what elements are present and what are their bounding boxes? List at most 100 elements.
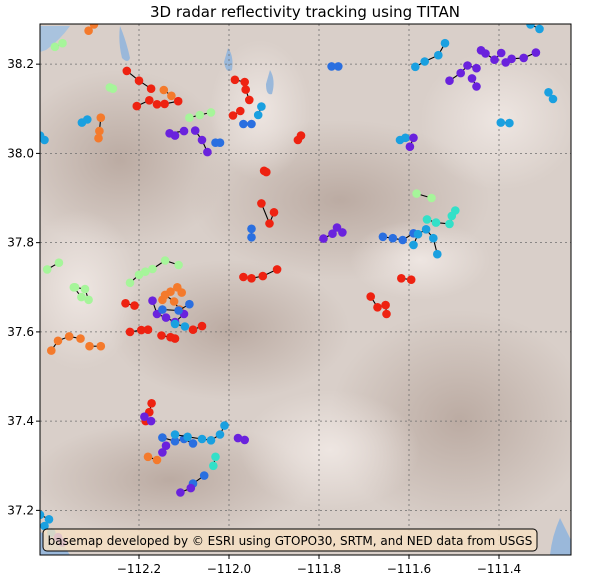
storm-cell-point	[519, 53, 528, 63]
storm-cell-point	[188, 439, 198, 448]
storm-cell-point	[206, 436, 216, 445]
storm-cell-point	[247, 274, 256, 283]
storm-cell-point	[230, 75, 240, 85]
storm-cell-point	[262, 167, 271, 177]
storm-cell-point	[121, 299, 130, 308]
storm-cell-point	[199, 471, 209, 480]
storm-cell-point	[373, 303, 382, 312]
storm-cell-point	[467, 74, 477, 83]
storm-cell-point	[236, 106, 245, 116]
storm-cell-point	[47, 346, 56, 355]
storm-cell-point	[122, 66, 132, 76]
storm-cell-point	[427, 193, 436, 203]
storm-cell-point	[241, 85, 250, 94]
storm-cell-point	[247, 224, 256, 234]
storm-cell-point	[409, 133, 418, 143]
storm-cell-point	[535, 24, 544, 34]
storm-cell-point	[147, 399, 156, 408]
storm-cell-point	[96, 113, 106, 122]
y-tick-label: 37.4	[7, 414, 34, 428]
storm-cell-point	[40, 135, 49, 145]
storm-cell-point	[176, 488, 185, 497]
storm-cell-point	[456, 68, 466, 78]
storm-cell-point	[76, 334, 85, 343]
storm-cell-point	[143, 452, 153, 462]
storm-cell-point	[96, 341, 106, 351]
storm-cell-point	[170, 430, 180, 439]
storm-cell-point	[258, 271, 268, 281]
storm-cell-point	[170, 131, 180, 140]
storm-cell-point	[125, 278, 135, 288]
storm-cell-point	[405, 142, 415, 151]
x-tick-label: −111.8	[297, 562, 341, 576]
storm-cell-point	[69, 283, 79, 292]
storm-cell-point	[183, 432, 192, 442]
storm-cell-point	[173, 96, 183, 106]
basemap	[40, 24, 571, 555]
storm-cell-point	[239, 272, 248, 282]
storm-cell-point	[434, 50, 443, 60]
storm-cell-point	[197, 434, 207, 444]
storm-cell-point	[161, 313, 171, 322]
storm-cell-point	[245, 95, 254, 105]
storm-cell-point	[195, 110, 205, 120]
storm-cell-point	[44, 515, 54, 524]
storm-cell-point	[397, 274, 406, 283]
storm-cell-point	[179, 126, 189, 136]
storm-cell-point	[188, 325, 198, 335]
storm-cell-point	[145, 96, 154, 105]
storm-cell-point	[422, 215, 432, 224]
storm-cell-point	[481, 49, 490, 58]
storm-cell-point	[431, 218, 441, 227]
x-tick-label: −112.2	[117, 562, 161, 576]
storm-cell-point	[433, 249, 442, 259]
storm-cell-point	[77, 292, 86, 302]
basemap-credit: basemap developed by © ESRI using GTOPO3…	[48, 534, 533, 548]
storm-cell-point	[366, 292, 376, 301]
storm-cell-point	[206, 108, 216, 117]
storm-cell-point	[507, 54, 516, 64]
storm-cell-point	[160, 256, 170, 265]
storm-cell-point	[94, 133, 103, 143]
storm-cell-point	[257, 199, 266, 208]
basemap-credit-box: basemap developed by © ESRI using GTOPO3…	[42, 528, 538, 552]
storm-cell-point	[472, 82, 481, 91]
storm-cell-point	[228, 111, 238, 120]
storm-cell-point	[496, 118, 506, 127]
storm-cell-point	[160, 290, 170, 300]
storm-cell-point	[170, 334, 180, 343]
storm-cell-point	[531, 48, 541, 57]
storm-cell-point	[247, 233, 256, 242]
storm-cell-point	[134, 76, 144, 85]
storm-cell-point	[247, 119, 256, 129]
storm-cell-point	[445, 76, 454, 85]
storm-cell-point	[152, 455, 162, 465]
storm-cell-point	[174, 260, 183, 270]
storm-cell-point	[185, 299, 194, 309]
storm-cell-point	[240, 435, 249, 445]
storm-cell-point	[240, 77, 249, 87]
storm-cell-point	[157, 331, 166, 340]
storm-cell-point	[338, 228, 347, 237]
storm-cell-point	[84, 26, 93, 35]
storm-cell-point	[50, 42, 60, 52]
storm-cell-point	[185, 113, 194, 122]
storm-cell-point	[409, 240, 418, 250]
storm-cell-point	[215, 430, 225, 439]
y-tick-label: 38.0	[7, 146, 34, 160]
storm-cell-point	[53, 336, 63, 346]
storm-track	[211, 138, 225, 147]
storm-cell-point	[169, 297, 179, 306]
storm-cell-point	[472, 63, 481, 73]
storm-cell-point	[334, 62, 343, 71]
y-tick-label: 37.2	[7, 503, 34, 517]
storm-cell-point	[209, 461, 218, 471]
storm-cell-point	[170, 319, 180, 329]
storm-cell-point	[146, 84, 156, 93]
storm-cell-point	[411, 62, 420, 72]
storm-cell-point	[496, 48, 506, 58]
storm-cell-point	[130, 301, 139, 310]
storm-cell-point	[490, 55, 499, 64]
storm-cell-point	[160, 99, 169, 109]
storm-cell-point	[105, 83, 115, 92]
